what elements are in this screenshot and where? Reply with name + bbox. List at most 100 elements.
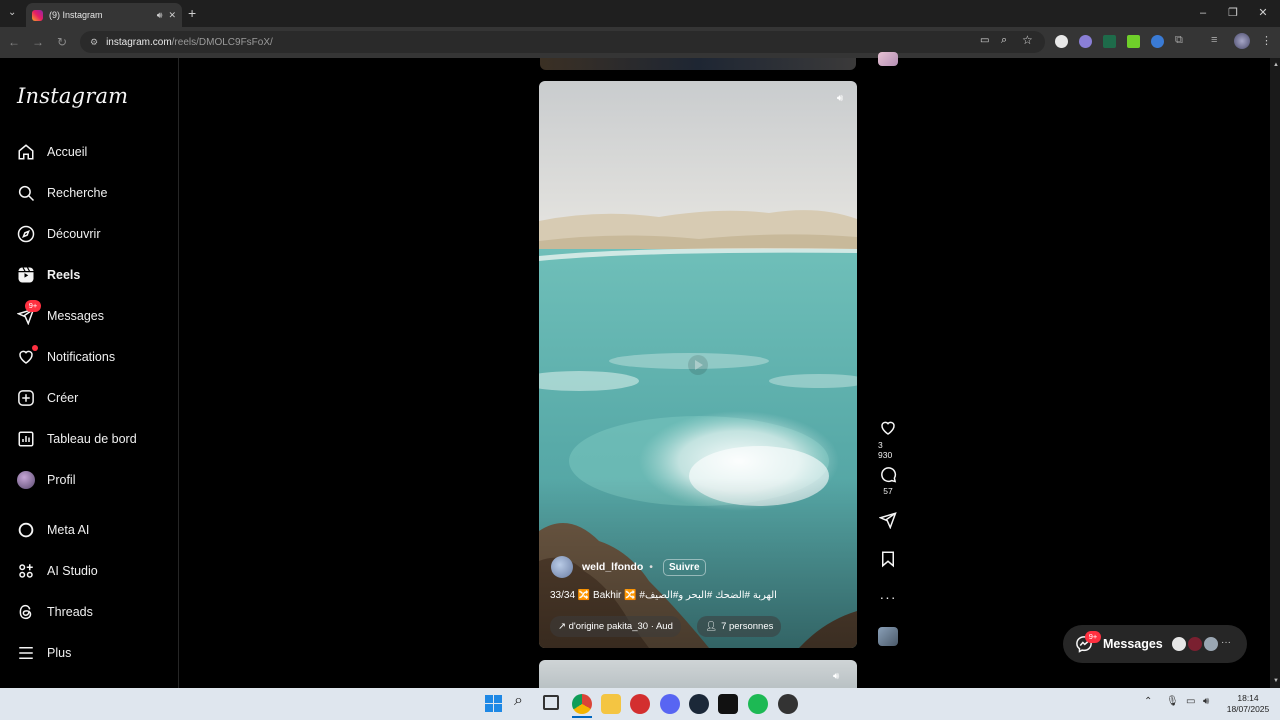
messages-pill-badge: 9+ — [1085, 631, 1101, 643]
volume-icon[interactable]: 🔊︎ — [1203, 696, 1209, 707]
author-avatar[interactable] — [551, 556, 573, 578]
system-clock[interactable]: 18:14 18/07/2025 — [1222, 693, 1274, 715]
audio-label: ↗ d'origine pakita_30 · Aud — [558, 621, 673, 632]
taskbar-search-icon[interactable]: ⌕ — [514, 692, 523, 710]
message-avatar-1[interactable] — [1171, 636, 1187, 652]
file-explorer-icon[interactable] — [601, 694, 621, 714]
sidebar-item-ai-studio[interactable]: AI Studio — [16, 558, 176, 584]
bookmark-star-icon[interactable]: ☆ — [1022, 33, 1033, 47]
tab-title: (9) Instagram — [49, 10, 103, 20]
sidebar-item-decouvrir[interactable]: Découvrir — [16, 221, 176, 247]
sidebar-item-label: Plus — [47, 646, 72, 660]
app-notification-icon[interactable] — [778, 694, 798, 714]
browser-profile-avatar[interactable] — [1234, 33, 1250, 49]
restore-icon[interactable]: ❐ — [1218, 5, 1248, 21]
extension-3-icon[interactable] — [1103, 35, 1116, 48]
messages-pill-label: Messages — [1103, 637, 1163, 651]
extensions-puzzle-icon[interactable]: ⧉ — [1175, 34, 1183, 47]
comment-action[interactable]: 57 — [878, 465, 898, 496]
bookmark-icon[interactable] — [879, 550, 897, 568]
clock-date: 18/07/2025 — [1226, 704, 1270, 714]
new-tab-icon[interactable]: + — [188, 5, 196, 21]
windows-start-icon[interactable] — [485, 695, 502, 712]
browser-menu-icon[interactable]: ⋮ — [1261, 34, 1272, 47]
sidebar-item-tableau-de-bord[interactable]: Tableau de bord — [16, 426, 176, 452]
app-red-icon[interactable] — [630, 694, 650, 714]
menu-icon — [16, 643, 36, 663]
reels-icon — [16, 265, 36, 285]
extension-4-icon[interactable] — [1127, 35, 1140, 48]
comment-icon[interactable] — [879, 465, 897, 483]
like-count: 3 930 — [878, 440, 893, 460]
sidebar-item-label: Créer — [47, 391, 79, 405]
address-bar[interactable]: ⚙ instagram.com/reels/DMOLC9FsFoX/ — [80, 31, 1045, 53]
scroll-down-icon[interactable]: ▼ — [1273, 678, 1279, 684]
tab-audio-icon[interactable]: 🔊︎ — [157, 10, 163, 21]
microphone-icon[interactable]: 🎙︎ — [1166, 696, 1179, 707]
like-action[interactable]: 3 930 — [878, 419, 898, 460]
next-reel-mute-icon[interactable]: 🔊︎ — [833, 671, 839, 682]
more-options-icon[interactable]: ··· — [878, 589, 898, 605]
task-view-icon[interactable] — [543, 695, 559, 710]
previous-reel[interactable] — [540, 58, 856, 70]
search-icon — [16, 183, 36, 203]
message-avatar-2[interactable] — [1187, 636, 1203, 652]
network-icon[interactable]: ▭ — [1186, 696, 1195, 707]
steam-icon[interactable] — [689, 694, 709, 714]
share-send-icon[interactable] — [879, 511, 897, 529]
spotify-icon[interactable] — [748, 694, 768, 714]
tab-search-chevron-icon[interactable]: ⌄ — [8, 7, 16, 18]
tab-close-icon[interactable]: ✕ — [168, 10, 176, 21]
extension-5-icon[interactable] — [1151, 35, 1164, 48]
scroll-up-icon[interactable]: ▲ — [1273, 62, 1279, 68]
site-info-icon[interactable]: ⚙ — [90, 37, 98, 48]
minimize-icon[interactable]: – — [1188, 5, 1218, 21]
original-audio-pill[interactable]: ↗ d'origine pakita_30 · Aud — [550, 616, 681, 637]
extension-1-icon[interactable] — [1055, 35, 1068, 48]
app-dark-icon[interactable] — [718, 694, 738, 714]
like-heart-icon[interactable] — [879, 419, 897, 437]
follow-button[interactable]: Suivre — [662, 558, 706, 576]
chrome-taskbar-icon[interactable] — [572, 694, 592, 714]
next-reel[interactable] — [539, 660, 857, 690]
cast-icon[interactable]: ▭ — [980, 35, 989, 46]
share-action[interactable] — [878, 511, 898, 529]
sidebar-item-accueil[interactable]: Accueil — [16, 139, 176, 165]
tray-overflow-icon[interactable]: ⌃ — [1144, 696, 1152, 707]
reload-icon[interactable]: ↻ — [54, 34, 70, 50]
reading-list-icon[interactable]: ≡ — [1211, 34, 1217, 46]
browser-tab[interactable]: (9) Instagram 🔊︎ ✕ — [26, 3, 182, 27]
sidebar-item-meta-ai[interactable]: Meta AI — [16, 517, 176, 543]
tagged-people-pill[interactable]: 👤︎ 7 personnes — [697, 616, 782, 637]
instagram-logo[interactable]: Instagram — [17, 84, 128, 108]
author-username[interactable]: weld_lfondo — [582, 561, 643, 573]
sidebar-item-threads[interactable]: Threads — [16, 599, 176, 625]
extension-2-icon[interactable] — [1079, 35, 1092, 48]
ai-studio-icon — [16, 561, 36, 581]
sidebar-item-recherche[interactable]: Recherche — [16, 180, 176, 206]
message-avatar-3[interactable] — [1203, 636, 1219, 652]
zoom-icon[interactable]: ⌕ — [1001, 34, 1007, 47]
sidebar-item-creer[interactable]: Créer — [16, 385, 176, 411]
mute-toggle-icon[interactable]: 🔊︎ — [833, 93, 847, 107]
back-icon[interactable]: ← — [6, 34, 22, 50]
sidebar-item-messages[interactable]: 9+ Messages — [16, 300, 176, 329]
close-window-icon[interactable]: ✕ — [1248, 5, 1278, 21]
previous-audio-thumbnail[interactable] — [878, 52, 898, 66]
messages-pill[interactable]: 9+ Messages — [1063, 625, 1247, 663]
audio-thumbnail[interactable] — [878, 627, 898, 646]
sidebar-item-label: Profil — [47, 473, 76, 487]
reel-caption[interactable]: 33/34 🔀 Bakhir 🔀 #الهربة #الضحك #البحر و… — [550, 590, 850, 601]
save-action[interactable] — [878, 550, 898, 568]
sidebar-item-notifications[interactable]: Notifications — [16, 344, 176, 370]
sidebar-item-label: Meta AI — [47, 523, 90, 537]
page-scrollbar[interactable]: ▲ ▼ — [1270, 58, 1280, 688]
sidebar-item-plus[interactable]: Plus — [16, 640, 176, 666]
discord-icon[interactable] — [660, 694, 680, 714]
sidebar-item-label: Accueil — [47, 145, 88, 159]
url-path: /reels/DMOLC9FsFoX/ — [171, 36, 273, 48]
message-more-icon[interactable]: ··· — [1221, 637, 1231, 648]
forward-icon[interactable]: → — [30, 34, 46, 50]
sidebar-item-profil[interactable]: Profil — [16, 467, 176, 493]
sidebar-item-reels[interactable]: Reels — [16, 262, 176, 288]
